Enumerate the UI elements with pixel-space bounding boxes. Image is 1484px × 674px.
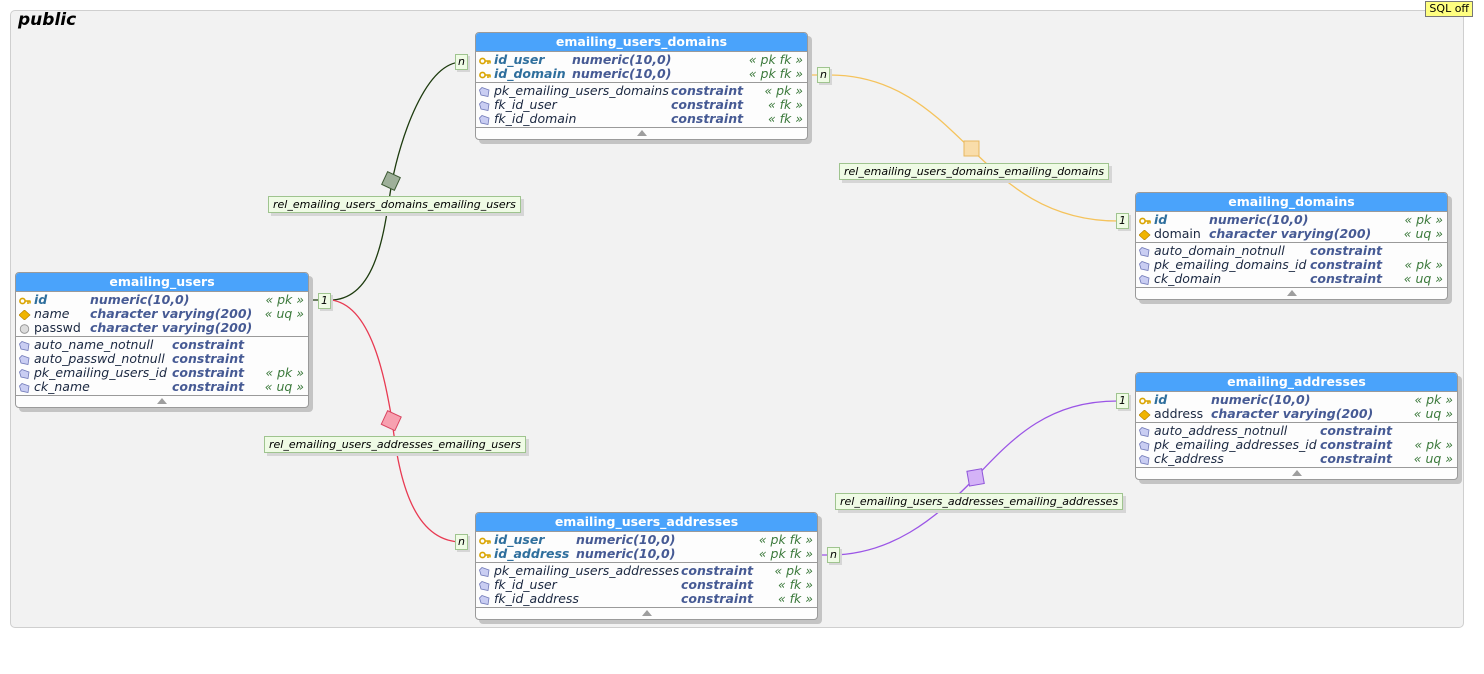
constraint-icon — [19, 382, 30, 393]
constraint-row[interactable]: ck_name constraint « uq » — [16, 380, 308, 394]
constraint-row[interactable]: pk_emailing_users_addresses constraint «… — [476, 564, 817, 578]
column-row[interactable]: id_user numeric(10,0) « pk fk » — [476, 53, 807, 67]
constraint-row[interactable]: fk_id_user constraint « fk » — [476, 578, 817, 592]
constraint-icon — [479, 594, 490, 605]
column-row[interactable]: id numeric(10,0) « pk » — [1136, 393, 1457, 407]
table-emailing-users[interactable]: emailing_users id numeric(10,0) « pk » n… — [15, 272, 309, 408]
constraint-icon — [1139, 274, 1150, 285]
constraint-row[interactable]: auto_domain_notnull constraint — [1136, 244, 1447, 258]
constraint-icon — [479, 86, 490, 97]
constraint-icon — [479, 580, 490, 591]
pk-key-icon — [479, 69, 491, 79]
rel-diamond-users-addresses-users — [380, 410, 402, 432]
rel-diamond-users-addresses-addresses — [966, 468, 985, 487]
constraint-row[interactable]: pk_emailing_users_id constraint « pk » — [16, 366, 308, 380]
constraint-icon — [479, 566, 490, 577]
pk-key-icon — [479, 55, 491, 65]
column-row[interactable]: address character varying(200) « uq » — [1136, 407, 1457, 421]
table-emailing-domains[interactable]: emailing_domains id numeric(10,0) « pk »… — [1135, 192, 1448, 300]
rel-label-users-addresses-addresses[interactable]: rel_emailing_users_addresses_emailing_ad… — [835, 493, 1124, 510]
unique-diamond-icon — [1138, 229, 1151, 241]
unique-diamond-icon — [1138, 409, 1151, 421]
constraint-row[interactable]: ck_domain constraint « uq » — [1136, 272, 1447, 286]
rel-label-users-domains-domains[interactable]: rel_emailing_users_domains_emailing_doma… — [839, 163, 1110, 180]
constraint-icon — [1139, 454, 1150, 465]
column-row[interactable]: name character varying(200) « uq » — [16, 307, 308, 321]
constraint-row[interactable]: pk_emailing_users_domains constraint « p… — [476, 84, 807, 98]
collapse-triangle-icon — [157, 398, 167, 404]
column-row[interactable]: id_address numeric(10,0) « pk fk » — [476, 547, 817, 561]
constraint-row[interactable]: pk_emailing_domains_id constraint « pk » — [1136, 258, 1447, 272]
constraint-row[interactable]: ck_address constraint « uq » — [1136, 452, 1457, 466]
nullable-circle-icon — [19, 323, 30, 334]
table-title: emailing_addresses — [1136, 373, 1457, 391]
table-title: emailing_users_addresses — [476, 513, 817, 531]
cardinality-users-to-domains: 1 — [318, 293, 331, 309]
column-row[interactable]: passwd character varying(200) — [16, 321, 308, 335]
column-row[interactable]: domain character varying(200) « uq » — [1136, 227, 1447, 241]
cardinality-domains: 1 — [1116, 213, 1129, 229]
constraint-row[interactable]: fk_id_domain constraint « fk » — [476, 112, 807, 126]
constraint-icon — [1139, 246, 1150, 257]
column-row[interactable]: id_user numeric(10,0) « pk fk » — [476, 533, 817, 547]
pk-key-icon — [1139, 215, 1151, 225]
collapse-triangle-icon — [1291, 470, 1302, 476]
cardinality-users-addresses-user: n — [455, 534, 468, 550]
collapse-triangle-icon — [1286, 290, 1297, 296]
collapse-toggle[interactable] — [1136, 287, 1447, 299]
constraint-icon — [479, 100, 490, 111]
column-row[interactable]: id numeric(10,0) « pk » — [1136, 213, 1447, 227]
table-emailing-addresses[interactable]: emailing_addresses id numeric(10,0) « pk… — [1135, 372, 1458, 480]
table-emailing-users-domains[interactable]: emailing_users_domains id_user numeric(1… — [475, 32, 808, 140]
constraint-icon — [19, 354, 30, 365]
collapse-toggle[interactable] — [476, 127, 807, 139]
constraint-icon — [1139, 426, 1150, 437]
rel-label-users-domains-users[interactable]: rel_emailing_users_domains_emailing_user… — [268, 196, 521, 213]
pk-key-icon — [479, 535, 491, 545]
cardinality-users-addresses-address: n — [827, 547, 840, 563]
constraint-icon — [1139, 440, 1150, 451]
column-row[interactable]: id numeric(10,0) « pk » — [16, 293, 308, 307]
constraint-icon — [19, 340, 30, 351]
collapse-toggle[interactable] — [476, 607, 817, 619]
table-title: emailing_users_domains — [476, 33, 807, 51]
collapse-triangle-icon — [636, 130, 647, 136]
table-title: emailing_domains — [1136, 193, 1447, 211]
collapse-triangle-icon — [641, 610, 652, 616]
pk-key-icon — [1139, 395, 1151, 405]
constraint-row[interactable]: auto_address_notnull constraint — [1136, 424, 1457, 438]
constraint-row[interactable]: pk_emailing_addresses_id constraint « pk… — [1136, 438, 1457, 452]
rel-line-users-domains-domains — [808, 74, 1119, 222]
collapse-toggle[interactable] — [16, 395, 308, 407]
table-emailing-users-addresses[interactable]: emailing_users_addresses id_user numeric… — [475, 512, 818, 620]
constraint-icon — [479, 114, 490, 125]
constraint-icon — [19, 368, 30, 379]
column-row[interactable]: id_domain numeric(10,0) « pk fk » — [476, 67, 807, 81]
cardinality-users-domains-user: n — [455, 54, 468, 70]
cardinality-addresses: 1 — [1116, 393, 1129, 409]
constraint-row[interactable]: fk_id_user constraint « fk » — [476, 98, 807, 112]
rel-diamond-users-domains-users — [381, 171, 401, 191]
rel-diamond-users-domains-domains — [963, 140, 980, 157]
pk-key-icon — [19, 295, 31, 305]
constraint-row[interactable]: auto_passwd_notnull constraint — [16, 352, 308, 366]
table-title: emailing_users — [16, 273, 308, 291]
unique-diamond-icon — [18, 309, 31, 321]
pk-key-icon — [479, 549, 491, 559]
constraint-icon — [1139, 260, 1150, 271]
collapse-toggle[interactable] — [1136, 467, 1457, 479]
constraint-row[interactable]: auto_name_notnull constraint — [16, 338, 308, 352]
constraint-row[interactable]: fk_id_address constraint « fk » — [476, 592, 817, 606]
cardinality-users-domains-domain: n — [817, 67, 830, 83]
rel-label-users-addresses-users[interactable]: rel_emailing_users_addresses_emailing_us… — [264, 436, 526, 453]
